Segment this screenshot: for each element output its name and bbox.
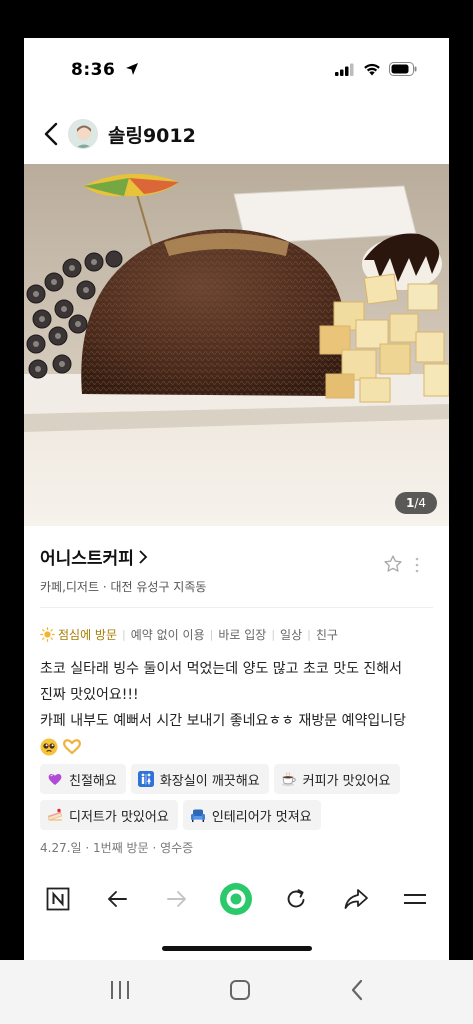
review-line: 초코 실타래 빙수 둘이서 먹었는데 양도 많고 초코 맛도 진해서	[40, 661, 403, 677]
refresh-button[interactable]	[276, 879, 316, 919]
keyword-chip: 디저트가 맛있어요	[40, 800, 178, 830]
star-icon	[384, 555, 402, 572]
sun-icon	[40, 627, 55, 642]
menu-lines-icon	[404, 894, 427, 904]
keyword-chips: 친절해요 화장실이 깨끗해요 커피가 맛있어요 디저트가 맛있어요 인테리어가 …	[40, 764, 440, 830]
status-icons	[335, 62, 417, 76]
place-name: 어니스트커피	[40, 549, 134, 569]
home-square-icon	[230, 980, 251, 1000]
place-category: 카페,디저트	[40, 580, 100, 594]
status-time: 8:36	[71, 60, 139, 80]
place-info: 어니스트커피 카페,디저트 · 대전 유성구 지족동	[40, 544, 435, 595]
username[interactable]: 솔링9012	[108, 121, 196, 148]
system-navigation-bar	[0, 960, 473, 1024]
review-text: 초코 실타래 빙수 둘이서 먹었는데 양도 많고 초코 맛도 진해서 진짜 맛있…	[40, 656, 440, 760]
naver-home-button[interactable]	[38, 879, 78, 919]
system-back-icon	[351, 979, 362, 1001]
keyword-chip: 화장실이 깨끗해요	[130, 764, 269, 794]
arrow-left-icon	[108, 891, 128, 907]
place-name-link[interactable]: 어니스트커피	[40, 544, 435, 569]
tag-item: 일상	[280, 628, 303, 642]
system-back-button[interactable]	[349, 978, 365, 1006]
chevron-left-icon	[44, 122, 58, 146]
battery-icon	[389, 62, 417, 76]
cellular-signal-icon	[335, 63, 354, 76]
profile-header: 솔링9012	[24, 116, 449, 152]
dessert-photo	[24, 164, 449, 526]
visit-tags: 점심에 방문 | 예약 없이 이용 | 바로 입장 | 일상 | 친구	[40, 626, 338, 643]
purple-heart-icon	[47, 771, 63, 787]
coffee-icon	[281, 771, 297, 787]
save-place-button[interactable]	[383, 554, 403, 578]
chevron-right-icon	[139, 549, 148, 564]
review-emojis	[40, 734, 440, 760]
review-photo[interactable]: 1/4	[24, 164, 449, 526]
recent-apps-button[interactable]	[108, 979, 132, 1005]
avatar[interactable]	[68, 119, 98, 149]
heart-hands-icon	[63, 739, 81, 755]
vertical-dots-icon	[415, 557, 419, 573]
green-dot-icon	[220, 883, 253, 915]
tag-separator: |	[122, 628, 126, 641]
location-arrow-icon	[125, 63, 138, 75]
keyword-chip: 인테리어가 멋져요	[182, 800, 321, 830]
recent-apps-icon	[111, 981, 130, 999]
review-line: 진짜 맛있어요!!!	[40, 687, 139, 703]
keyword-chip: 커피가 맛있어요	[273, 764, 400, 794]
place-location: 대전 유성구 지족동	[110, 580, 207, 594]
tag-separator: |	[307, 628, 311, 641]
tag-item: 친구	[315, 628, 338, 642]
more-options-button[interactable]	[415, 557, 419, 577]
tag-item: 바로 입장	[218, 628, 267, 642]
arrow-right-icon	[166, 891, 186, 907]
visit-time-tag: 점심에 방문	[58, 628, 118, 642]
browser-toolbar	[24, 874, 449, 924]
green-dot-button[interactable]	[216, 879, 256, 919]
tag-item: 예약 없이 이용	[130, 628, 205, 642]
status-bar: 8:36	[24, 38, 449, 102]
tag-separator: |	[209, 628, 214, 641]
share-button[interactable]	[336, 879, 376, 919]
pleading-face-icon	[40, 738, 58, 756]
home-indicator[interactable]	[162, 946, 312, 951]
restroom-icon	[137, 771, 154, 787]
menu-button[interactable]	[395, 879, 435, 919]
forward-nav-button[interactable]	[157, 879, 197, 919]
tag-separator: |	[271, 628, 276, 641]
review-line: 카페 내부도 예뻐서 시간 보내기 좋네요ㅎㅎ 재방문 예약입니당	[40, 713, 407, 729]
share-arrow-icon	[344, 889, 368, 909]
keyword-chip: 친절해요	[40, 764, 126, 794]
divider	[40, 607, 433, 608]
back-nav-button[interactable]	[97, 879, 137, 919]
avatar-image	[69, 120, 97, 148]
refresh-icon	[287, 889, 305, 908]
photo-counter: 1/4	[394, 492, 437, 514]
phone-screen: 8:36 솔링9012 1/4 어니스트커피 카페,디저트 · 대전 유성구 지…	[24, 38, 449, 960]
cake-icon	[47, 807, 63, 823]
armchair-icon	[190, 807, 206, 823]
place-meta: 카페,디저트 · 대전 유성구 지족동	[40, 580, 207, 594]
home-button[interactable]	[228, 978, 252, 1006]
wifi-icon	[364, 63, 380, 75]
naver-n-icon	[46, 887, 70, 911]
visit-info: 4.27.일 · 1번째 방문 · 영수증	[40, 841, 194, 855]
back-button[interactable]	[40, 119, 62, 149]
